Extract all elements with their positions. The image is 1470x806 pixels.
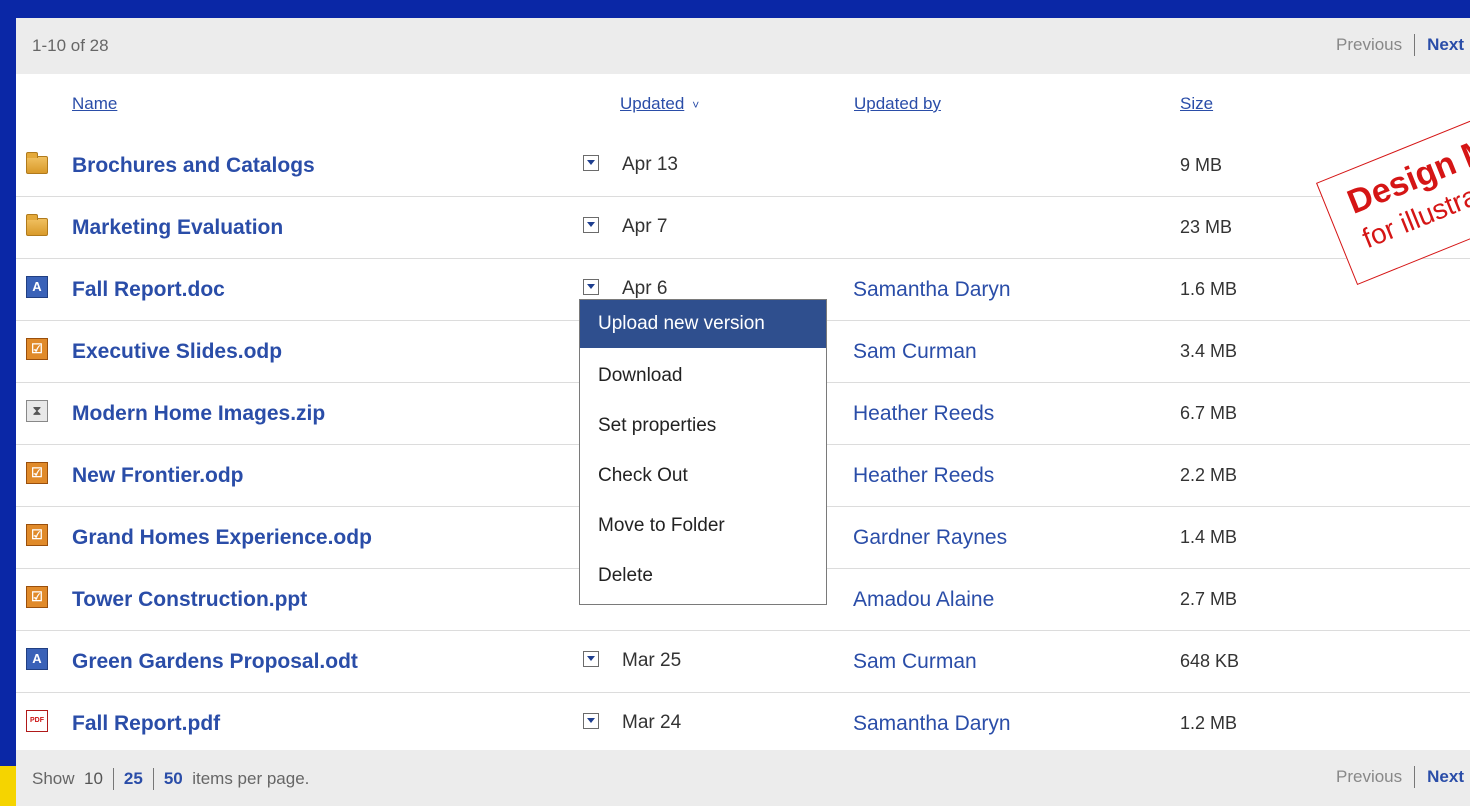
pager-controls: Previous Next (1336, 34, 1464, 56)
file-size: 1.6 MB (1180, 279, 1238, 299)
file-name-link[interactable]: Fall Report.doc (72, 278, 225, 302)
menu-item-label: Upload new version (598, 313, 765, 334)
updated-by-link[interactable]: Sam Curman (853, 650, 977, 674)
row-actions-dropdown-icon[interactable] (583, 279, 599, 295)
updated-date: Apr 6 (622, 278, 668, 299)
next-link-bottom[interactable]: Next (1427, 767, 1464, 787)
updated-by-link[interactable]: Gardner Raynes (853, 526, 1007, 550)
page-size-50[interactable]: 50 (164, 769, 183, 789)
file-name-link[interactable]: New Frontier.odp (72, 464, 244, 488)
sort-chevron-icon: ˅ (692, 98, 700, 112)
table-row[interactable]: Brochures and Catalogs Apr 13 9 MB (16, 134, 1470, 197)
corner-decoration (0, 766, 16, 806)
column-updated-by[interactable]: Updated by (854, 94, 941, 114)
previous-link-bottom[interactable]: Previous (1336, 767, 1402, 787)
file-size: 2.2 MB (1180, 465, 1238, 485)
file-size: 648 KB (1180, 651, 1240, 671)
doc-file-icon: A (26, 648, 48, 670)
file-name-link[interactable]: Green Gardens Proposal.odt (72, 650, 358, 674)
file-size: 23 MB (1180, 217, 1233, 237)
updated-by-link[interactable]: Samantha Daryn (853, 712, 1011, 736)
file-size: 3.4 MB (1180, 341, 1238, 361)
row-actions-dropdown-icon[interactable] (583, 713, 599, 729)
table-row[interactable]: Marketing Evaluation Apr 7 23 MB (16, 196, 1470, 259)
updated-by-link[interactable]: Amadou Alaine (853, 588, 994, 612)
doc-file-icon: A (26, 276, 48, 298)
page-size-10: 10 (83, 769, 103, 788)
updated-by-link[interactable]: Sam Curman (853, 340, 977, 364)
page-size-25[interactable]: 25 (124, 769, 143, 789)
column-updated[interactable]: Updated ˅ (620, 94, 699, 114)
row-actions-dropdown-icon[interactable] (583, 217, 599, 233)
divider (112, 768, 114, 790)
file-size: 1.4 MB (1180, 527, 1238, 547)
updated-date: Apr 7 (622, 216, 668, 237)
next-link[interactable]: Next (1427, 35, 1464, 55)
file-size: 9 MB (1180, 155, 1223, 175)
odp-file-icon: ☑ (26, 586, 48, 608)
file-list-panel: 1-10 of 28 Previous Next Name Updated ˅ U… (16, 18, 1470, 806)
menu-item-label: Check Out (598, 465, 688, 486)
items-per-page-label: items per page. (192, 769, 310, 788)
row-actions-dropdown-icon[interactable] (583, 155, 599, 171)
updated-date: Apr 13 (622, 154, 678, 175)
file-size: 1.2 MB (1180, 713, 1238, 733)
pager-controls-bottom: Previous Next (1336, 766, 1464, 788)
odp-file-icon: ☑ (26, 338, 48, 360)
menu-item[interactable]: Delete (580, 552, 826, 600)
file-name-link[interactable]: Modern Home Images.zip (72, 402, 325, 426)
file-name-link[interactable]: Tower Construction.ppt (72, 588, 307, 612)
odp-file-icon: ☑ (26, 524, 48, 546)
column-size[interactable]: Size (1180, 94, 1213, 114)
page-size-selector: Show 10 25 50 items per page. (32, 768, 309, 790)
row-actions-dropdown-icon[interactable] (583, 651, 599, 667)
menu-item-label: Set properties (598, 415, 717, 436)
file-name-link[interactable]: Grand Homes Experience.odp (72, 526, 372, 550)
file-name-link[interactable]: Brochures and Catalogs (72, 154, 315, 178)
divider (152, 768, 154, 790)
file-name-link[interactable]: Marketing Evaluation (72, 216, 283, 240)
column-name[interactable]: Name (72, 94, 117, 114)
menu-item[interactable]: Set properties (580, 402, 826, 450)
file-size: 2.7 MB (1180, 589, 1238, 609)
menu-item[interactable]: Check Out (580, 452, 826, 500)
menu-item[interactable]: Upload new version (580, 300, 826, 348)
previous-link[interactable]: Previous (1336, 35, 1402, 55)
updated-by-link[interactable]: Heather Reeds (853, 402, 994, 426)
updated-date: Mar 25 (622, 650, 682, 671)
range-label: 1-10 of 28 (32, 36, 109, 55)
odp-file-icon: ☑ (26, 462, 48, 484)
column-updated-label: Updated (620, 94, 685, 113)
show-label: Show (32, 769, 75, 788)
row-actions-menu: Upload new version Download Set properties… (579, 299, 827, 605)
updated-date: Mar 24 (622, 712, 682, 733)
file-size: 6.7 MB (1180, 403, 1238, 423)
updated-by-link[interactable]: Heather Reeds (853, 464, 994, 488)
menu-item[interactable]: Move to Folder (580, 502, 826, 550)
table-row[interactable]: PDF Fall Report.pdf Mar 24 Samantha Daryn 1.… (16, 692, 1470, 755)
menu-item-label: Download (598, 365, 683, 386)
column-header-row: Name Updated ˅ Updated by Size (16, 74, 1470, 134)
divider (1414, 766, 1416, 788)
pdf-file-icon: PDF (26, 710, 48, 732)
menu-item[interactable]: Download (580, 352, 826, 400)
folder-icon (26, 214, 48, 236)
table-row[interactable]: A Green Gardens Proposal.odt Mar 25 Sam Cur… (16, 630, 1470, 693)
menu-item-label: Delete (598, 565, 653, 586)
pager-bottom: Show 10 25 50 items per page. Previous N… (16, 750, 1470, 806)
divider (1414, 34, 1416, 56)
folder-icon (26, 152, 48, 174)
pager-top: 1-10 of 28 Previous Next (16, 18, 1470, 74)
file-name-link[interactable]: Executive Slides.odp (72, 340, 282, 364)
zip-file-icon: ⧗ (26, 400, 48, 422)
updated-by-link[interactable]: Samantha Daryn (853, 278, 1011, 302)
menu-item-label: Move to Folder (598, 515, 725, 536)
file-name-link[interactable]: Fall Report.pdf (72, 712, 220, 736)
